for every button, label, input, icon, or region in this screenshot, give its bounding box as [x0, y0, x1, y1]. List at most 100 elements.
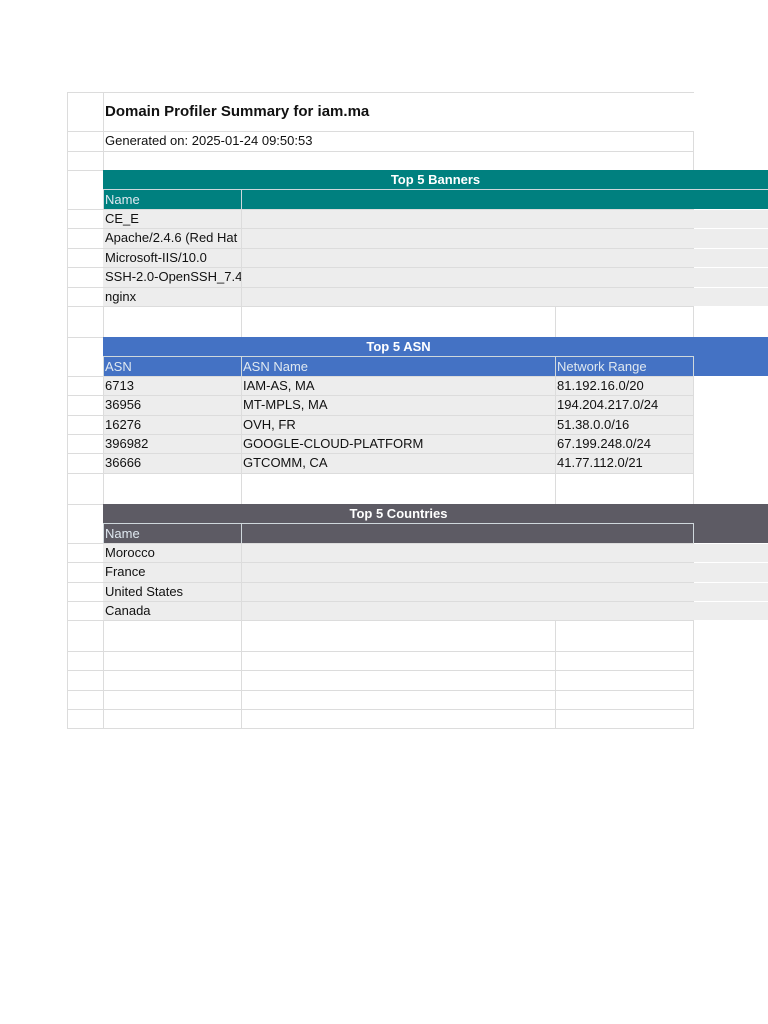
table-cell[interactable]: Apache/2.4.6 (Red Hat E	[103, 229, 241, 248]
row-cell[interactable]	[67, 268, 103, 287]
sheet-row: Domain Profiler Summary for iam.ma	[67, 92, 694, 131]
table-cell[interactable]: nginx	[103, 288, 241, 306]
row-cell[interactable]	[67, 563, 103, 582]
row-cell[interactable]	[67, 132, 103, 151]
table-cell[interactable]: SSH-2.0-OpenSSH_7.4	[103, 268, 241, 287]
row-cell[interactable]	[103, 671, 241, 690]
row-cell[interactable]	[241, 288, 555, 306]
table-cell[interactable]: France	[103, 563, 241, 582]
table-cell[interactable]: 41.77.112.0/21	[555, 454, 694, 473]
row-cell[interactable]	[67, 435, 103, 453]
table-cell[interactable]: 194.204.217.0/24	[555, 396, 694, 415]
row-cell[interactable]	[67, 583, 103, 601]
row-cell[interactable]	[555, 544, 694, 562]
table-row: United States	[67, 582, 768, 601]
row-cell[interactable]	[555, 652, 694, 670]
row-cell[interactable]	[241, 229, 555, 248]
row-cell[interactable]	[241, 710, 555, 728]
row-cell[interactable]	[67, 671, 103, 690]
row-cell[interactable]	[67, 152, 103, 170]
row-cell[interactable]	[241, 563, 555, 582]
sheet-row	[67, 151, 694, 170]
row-cell[interactable]	[67, 652, 103, 670]
row-cell[interactable]	[555, 563, 694, 582]
row-cell[interactable]	[241, 583, 555, 601]
row-cell[interactable]	[67, 93, 103, 131]
table-cell[interactable]: 36956	[103, 396, 241, 415]
table-cell[interactable]: 36666	[103, 454, 241, 473]
row-cell[interactable]	[103, 152, 694, 170]
table-cell[interactable]: Canada	[103, 602, 241, 620]
row-cell[interactable]	[103, 652, 241, 670]
row-cell[interactable]	[555, 210, 694, 228]
row-cell[interactable]	[103, 621, 241, 651]
row-cell[interactable]	[241, 544, 555, 562]
row-cell[interactable]	[67, 377, 103, 395]
row-cell[interactable]	[67, 544, 103, 562]
sheet-row	[67, 306, 694, 337]
table-cell[interactable]: GTCOMM, CA	[241, 454, 555, 473]
row-cell[interactable]	[67, 691, 103, 709]
table-cell[interactable]: MT-MPLS, MA	[241, 396, 555, 415]
row-cell[interactable]	[241, 602, 555, 620]
row-cell[interactable]	[555, 474, 694, 504]
row-cell[interactable]	[555, 621, 694, 651]
row-cell[interactable]	[241, 210, 555, 228]
row-cell[interactable]	[67, 396, 103, 415]
table-cell[interactable]: OVH, FR	[241, 416, 555, 434]
row-cell[interactable]	[67, 474, 103, 504]
banners-header-name: Name	[103, 189, 241, 209]
table-cell[interactable]: 81.192.16.0/20	[555, 377, 694, 395]
row-cell[interactable]	[67, 454, 103, 473]
table-cell[interactable]: United States	[103, 583, 241, 601]
row-cell[interactable]	[241, 652, 555, 670]
table-row	[67, 651, 694, 670]
table-row: 6713 IAM-AS, MA 81.192.16.0/20	[67, 376, 694, 395]
row-cell[interactable]	[555, 307, 694, 337]
table-cell[interactable]: 6713	[103, 377, 241, 395]
row-cell[interactable]	[67, 307, 103, 337]
row-cell[interactable]	[241, 249, 555, 267]
row-cell[interactable]	[241, 268, 555, 287]
row-cell[interactable]	[241, 474, 555, 504]
table-cell[interactable]: IAM-AS, MA	[241, 377, 555, 395]
row-cell[interactable]	[555, 249, 694, 267]
row-cell[interactable]	[67, 249, 103, 267]
table-cell[interactable]: 16276	[103, 416, 241, 434]
row-cell[interactable]	[67, 288, 103, 306]
row-cell[interactable]	[67, 621, 103, 651]
row-cell[interactable]	[67, 170, 103, 209]
table-cell[interactable]: 67.199.248.0/24	[555, 435, 694, 453]
row-cell[interactable]	[241, 671, 555, 690]
row-cell[interactable]	[67, 337, 103, 376]
table-cell[interactable]: GOOGLE-CLOUD-PLATFORM	[241, 435, 555, 453]
table-row: Canada	[67, 601, 768, 620]
row-cell[interactable]	[67, 710, 103, 728]
table-cell[interactable]: Microsoft-IIS/10.0	[103, 249, 241, 267]
row-cell[interactable]	[103, 307, 241, 337]
row-cell[interactable]	[555, 268, 694, 287]
row-cell[interactable]	[67, 416, 103, 434]
row-cell[interactable]	[67, 229, 103, 248]
row-cell[interactable]	[241, 621, 555, 651]
table-cell[interactable]: 51.38.0.0/16	[555, 416, 694, 434]
row-cell[interactable]	[555, 229, 694, 248]
row-cell[interactable]	[103, 474, 241, 504]
row-cell[interactable]	[67, 210, 103, 228]
row-cell[interactable]	[67, 504, 103, 543]
row-cell[interactable]	[103, 710, 241, 728]
row-cell[interactable]	[555, 710, 694, 728]
row-cell[interactable]	[555, 583, 694, 601]
row-cell[interactable]	[555, 691, 694, 709]
row-cell[interactable]	[241, 307, 555, 337]
row-cell[interactable]	[103, 691, 241, 709]
table-cell[interactable]: Morocco	[103, 544, 241, 562]
table-cell[interactable]: CE_E	[103, 210, 241, 228]
table-row: 16276 OVH, FR 51.38.0.0/16	[67, 415, 694, 434]
row-cell[interactable]	[555, 671, 694, 690]
row-cell[interactable]	[555, 288, 694, 306]
table-cell[interactable]: 396982	[103, 435, 241, 453]
row-cell[interactable]	[555, 602, 694, 620]
row-cell[interactable]	[241, 691, 555, 709]
row-cell[interactable]	[67, 602, 103, 620]
